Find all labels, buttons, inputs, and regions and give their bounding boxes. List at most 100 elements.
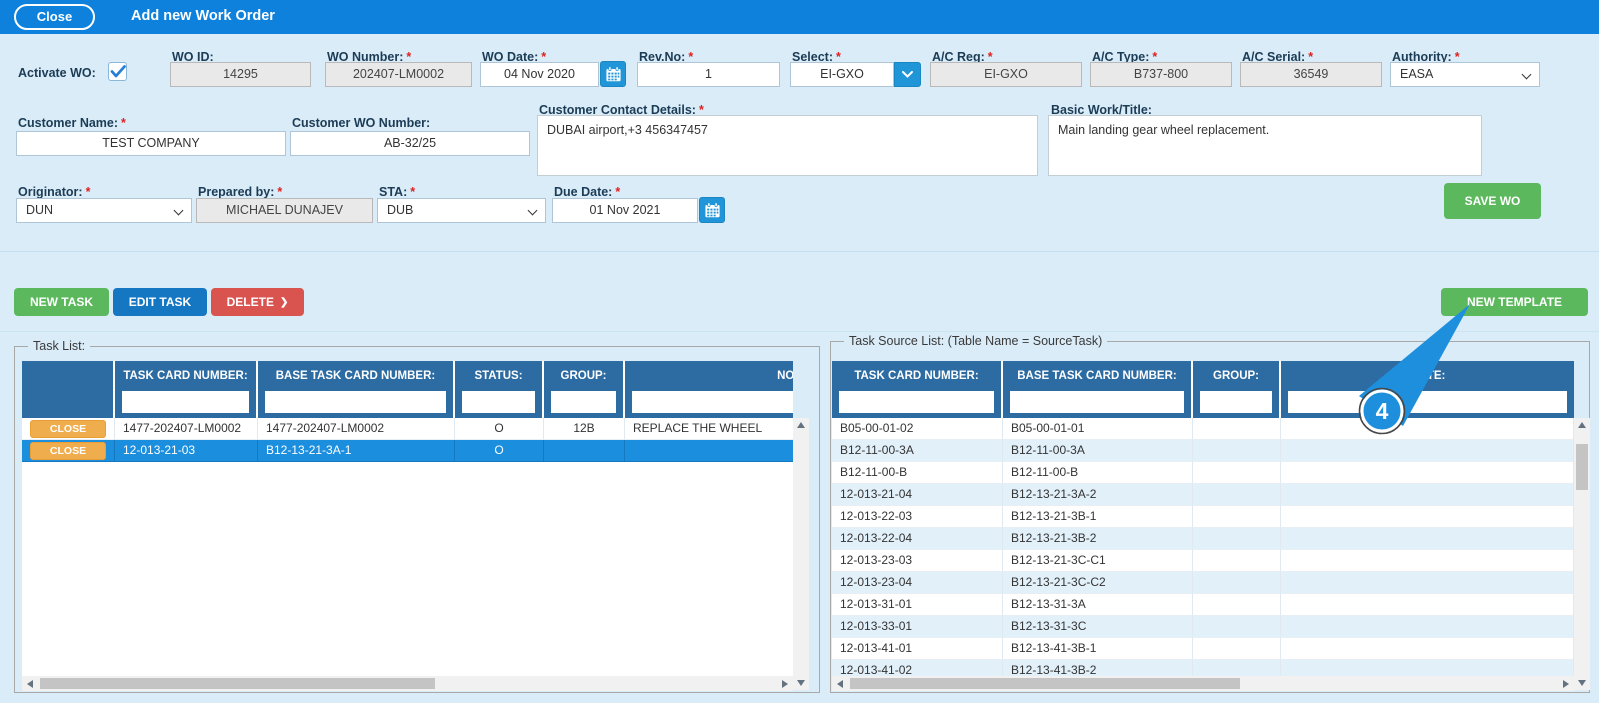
group-cell: [1193, 616, 1281, 638]
rev-no-field[interactable]: 1: [637, 62, 780, 87]
task-list-row[interactable]: CLOSE 12-013-21-03 B12-13-21-3A-1 O: [22, 440, 793, 462]
source-task-row[interactable]: 12-013-22-04 B12-13-21-3B-2: [832, 528, 1574, 550]
activate-wo-checkbox[interactable]: [108, 62, 127, 81]
close-button[interactable]: Close: [14, 4, 95, 30]
wo-number-field[interactable]: 202407-LM0002: [325, 62, 472, 87]
note-cell: [625, 440, 793, 462]
wo-date-field[interactable]: 04 Nov 2020: [480, 62, 599, 87]
group-cell: 12B: [544, 418, 625, 440]
source-note-filter-input[interactable]: [1288, 391, 1567, 413]
note-cell: [1281, 418, 1574, 440]
source-task-row[interactable]: 12-013-22-03 B12-13-21-3B-1: [832, 506, 1574, 528]
task-source-vertical-scrollbar[interactable]: [1574, 418, 1590, 690]
source-task-row[interactable]: B12-11-00-B B12-11-00-B: [832, 462, 1574, 484]
wo-date-calendar-button[interactable]: [600, 61, 626, 87]
new-task-button[interactable]: NEW TASK: [14, 288, 109, 316]
source-task-row[interactable]: 12-013-23-03 B12-13-21-3C-C1: [832, 550, 1574, 572]
delete-button[interactable]: DELETE ❯: [211, 288, 304, 316]
group-cell: [1193, 638, 1281, 660]
source-task-row[interactable]: 12-013-41-02 B12-13-41-3B-2: [832, 660, 1574, 676]
note-cell: [1281, 550, 1574, 572]
close-task-button[interactable]: CLOSE: [30, 419, 106, 438]
source-task-row[interactable]: B05-00-01-02 B05-00-01-01: [832, 418, 1574, 440]
column-header: GROUP:: [560, 370, 607, 382]
task-list-legend: Task List:: [28, 339, 91, 353]
group-cell: [1193, 418, 1281, 440]
task-card-cell: 12-013-22-04: [832, 528, 1003, 550]
column-header: BASE TASK CARD NUMBER:: [275, 370, 436, 382]
task-list-vertical-scrollbar[interactable]: [793, 418, 809, 690]
customer-wo-number-label: Customer WO Number:: [292, 116, 431, 130]
select-field[interactable]: EI-GXO: [790, 62, 894, 87]
column-header: GROUP:: [1213, 370, 1259, 382]
chevron-down-icon: [173, 205, 184, 216]
task-card-cell: 12-013-23-04: [832, 572, 1003, 594]
sta-label: STA: *: [379, 185, 416, 199]
source-group-filter-input[interactable]: [1200, 391, 1272, 413]
scroll-down-button[interactable]: [793, 676, 809, 690]
base-task-card-cell: B12-13-21-3A-1: [258, 440, 455, 462]
select-dropdown-button[interactable]: [894, 62, 921, 87]
sta-select[interactable]: DUB: [377, 198, 546, 223]
task-card-cell: B12-11-00-B: [832, 462, 1003, 484]
scroll-up-button[interactable]: [1574, 418, 1590, 432]
activate-wo-label: Activate WO:: [18, 66, 96, 80]
base-task-card-cell: B12-13-41-3B-1: [1003, 638, 1193, 660]
ac-serial-field[interactable]: 36549: [1240, 62, 1382, 87]
customer-contact-textarea[interactable]: DUBAI airport,+3 456347457: [537, 115, 1038, 176]
note-cell: [1281, 660, 1574, 676]
scroll-thumb[interactable]: [1576, 444, 1588, 490]
base-task-card-cell: B12-13-31-3C: [1003, 616, 1193, 638]
ac-type-field[interactable]: B737-800: [1090, 62, 1232, 87]
note-cell: [1281, 484, 1574, 506]
save-wo-button[interactable]: SAVE WO: [1444, 183, 1541, 219]
base-task-card-cell: B12-13-21-3C-C1: [1003, 550, 1193, 572]
status-cell: O: [455, 440, 544, 462]
task-source-body: B05-00-01-02 B05-00-01-01 B12-11-00-3A B…: [832, 418, 1574, 676]
scroll-right-button[interactable]: [777, 676, 793, 691]
source-task-card-filter-input[interactable]: [839, 391, 994, 413]
ac-reg-field[interactable]: EI-GXO: [930, 62, 1082, 87]
due-date-calendar-button[interactable]: [699, 197, 725, 223]
source-task-row[interactable]: 12-013-31-01 B12-13-31-3A: [832, 594, 1574, 616]
source-task-row[interactable]: 12-013-23-04 B12-13-21-3C-C2: [832, 572, 1574, 594]
note-filter-input[interactable]: [632, 391, 793, 413]
note-cell: [1281, 594, 1574, 616]
group-cell: [1193, 660, 1281, 676]
customer-wo-number-field[interactable]: AB-32/25: [290, 131, 530, 156]
scroll-up-button[interactable]: [793, 418, 809, 432]
scroll-thumb[interactable]: [40, 678, 435, 689]
status-filter-input[interactable]: [462, 391, 535, 413]
originator-select[interactable]: DUN: [16, 198, 192, 223]
task-card-cell: 12-013-41-02: [832, 660, 1003, 676]
source-task-row[interactable]: B12-11-00-3A B12-11-00-3A: [832, 440, 1574, 462]
task-list-row[interactable]: CLOSE 1477-202407-LM0002 1477-202407-LM0…: [22, 418, 793, 440]
scroll-right-button[interactable]: [1558, 676, 1574, 691]
due-date-field[interactable]: 01 Nov 2021: [552, 198, 698, 223]
column-header: BASE TASK CARD NUMBER:: [1017, 370, 1177, 382]
source-task-row[interactable]: 12-013-21-04 B12-13-21-3A-2: [832, 484, 1574, 506]
wo-id-field[interactable]: 14295: [170, 62, 311, 87]
basic-work-title-textarea[interactable]: Main landing gear wheel replacement.: [1048, 115, 1482, 176]
group-filter-input[interactable]: [551, 391, 616, 413]
new-template-button[interactable]: NEW TEMPLATE: [1441, 288, 1588, 316]
task-card-filter-input[interactable]: [122, 391, 249, 413]
base-task-card-filter-input[interactable]: [265, 391, 446, 413]
base-task-card-cell: B05-00-01-01: [1003, 418, 1193, 440]
source-task-row[interactable]: 12-013-33-01 B12-13-31-3C: [832, 616, 1574, 638]
task-list-horizontal-scrollbar[interactable]: [22, 676, 793, 691]
scroll-down-button[interactable]: [1574, 676, 1590, 690]
column-header: NOTE:: [777, 370, 793, 382]
close-task-button[interactable]: CLOSE: [30, 441, 106, 460]
customer-name-field[interactable]: TEST COMPANY: [16, 131, 286, 156]
authority-select[interactable]: EASA: [1390, 62, 1540, 87]
task-source-horizontal-scrollbar[interactable]: [832, 676, 1574, 691]
scroll-left-button[interactable]: [22, 676, 38, 691]
scroll-left-button[interactable]: [832, 676, 848, 691]
source-task-row[interactable]: 12-013-41-01 B12-13-41-3B-1: [832, 638, 1574, 660]
source-base-task-card-filter-input[interactable]: [1010, 391, 1184, 413]
divider: [0, 331, 1599, 332]
edit-task-button[interactable]: EDIT TASK: [113, 288, 207, 316]
prepared-by-field[interactable]: MICHAEL DUNAJEV: [196, 198, 373, 223]
scroll-thumb[interactable]: [850, 678, 1240, 689]
